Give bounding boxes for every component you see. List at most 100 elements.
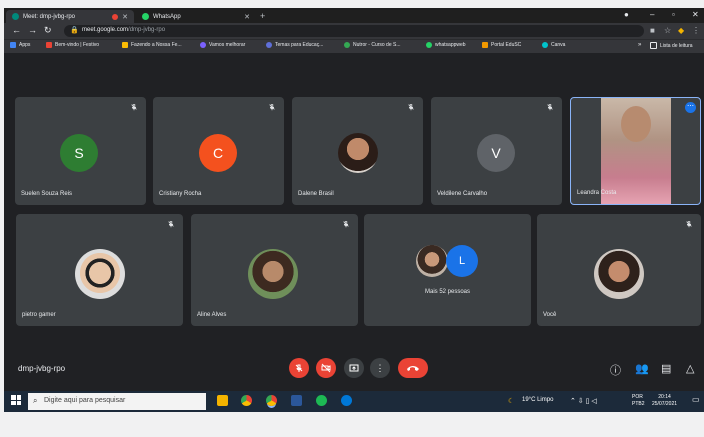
bookmark-label: Vamos melhorar bbox=[209, 42, 246, 48]
participant-tile[interactable]: C Cristiany Rocha bbox=[153, 97, 284, 205]
info-icon[interactable]: ⓘ bbox=[610, 362, 621, 378]
bookmark-label: Portal EduSC bbox=[491, 42, 522, 48]
camera-icon[interactable]: ■ bbox=[650, 26, 655, 35]
bookmark-label: Nutror - Curso de S... bbox=[353, 42, 401, 48]
present-button[interactable] bbox=[344, 358, 364, 378]
bookmark-7[interactable]: Portal EduSC bbox=[482, 42, 521, 48]
minimize-icon[interactable]: – bbox=[650, 10, 654, 19]
reading-list[interactable]: Lista de leitura bbox=[650, 42, 693, 49]
chrome-active-icon[interactable] bbox=[266, 395, 277, 406]
bookmark-5[interactable]: Nutror - Curso de S... bbox=[344, 42, 401, 48]
more-options-button[interactable]: ⋮ bbox=[370, 358, 390, 378]
edge-icon[interactable] bbox=[341, 395, 352, 406]
whatsapp-favicon-icon bbox=[142, 13, 149, 20]
participant-name: Cristiany Rocha bbox=[159, 191, 202, 197]
participant-tile[interactable]: S Suelen Souza Reis bbox=[15, 97, 146, 205]
word-icon[interactable] bbox=[291, 395, 302, 406]
address-bar[interactable]: 🔒 meet.google.com/dmp-jvbg-rpo bbox=[64, 25, 644, 37]
participant-face bbox=[621, 106, 651, 142]
participant-photo bbox=[594, 249, 644, 299]
taskbar-search[interactable]: ⌕ Digite aqui para pesquisar bbox=[28, 393, 206, 410]
language-indicator[interactable]: POR PTB2 bbox=[632, 394, 645, 408]
notifications-icon[interactable]: ▭ bbox=[692, 395, 700, 404]
new-tab-icon[interactable]: + bbox=[260, 11, 265, 21]
windows-taskbar: ⌕ Digite aqui para pesquisar ☾ 19°C Limp… bbox=[4, 391, 704, 412]
back-icon[interactable]: ← bbox=[12, 25, 21, 35]
bookmark-favicon-icon bbox=[482, 42, 488, 48]
participant-tile-self[interactable]: Você bbox=[537, 214, 701, 326]
people-icon[interactable]: 👥 bbox=[635, 362, 649, 375]
participant-name: Você bbox=[543, 312, 557, 318]
more-people-label: Mais 52 pessoas bbox=[424, 289, 471, 295]
bookmark-1[interactable]: Bem-vindo | Festivo bbox=[46, 42, 99, 48]
avatar: C bbox=[199, 134, 237, 172]
bookmark-label: Temas para Educaç... bbox=[275, 42, 324, 48]
mic-toggle-button[interactable] bbox=[289, 358, 309, 378]
url-text: meet.google.com/dmp-jvbg-rpo bbox=[82, 27, 165, 33]
bookmark-favicon-icon bbox=[46, 42, 52, 48]
more-options-icon[interactable]: ⋯ bbox=[685, 102, 696, 113]
participant-tile-active[interactable]: ⋯ Leandra Costa bbox=[570, 97, 701, 205]
forward-icon[interactable]: → bbox=[28, 25, 37, 35]
participant-tile[interactable]: Aline Alves bbox=[191, 214, 358, 326]
bookmark-4[interactable]: Temas para Educaç... bbox=[266, 42, 323, 48]
bookmark-apps[interactable]: Apps bbox=[10, 42, 30, 48]
bookmark-favicon-icon bbox=[344, 42, 350, 48]
bookmark-2[interactable]: Fazendo a Nossa Fe... bbox=[122, 42, 182, 48]
tab-whatsapp[interactable]: WhatsApp ✕ bbox=[136, 10, 256, 23]
chrome-icon[interactable] bbox=[241, 395, 252, 406]
clock[interactable]: 20:14 25/07/2021 bbox=[652, 394, 677, 408]
spotify-icon[interactable] bbox=[316, 395, 327, 406]
maximize-icon[interactable]: ▫ bbox=[672, 10, 675, 19]
weather-icon: ☾ bbox=[508, 398, 515, 405]
participant-tile-overflow[interactable]: L Mais 52 pessoas bbox=[364, 214, 531, 326]
menu-icon[interactable]: ⋮ bbox=[692, 26, 700, 35]
bookmarks-overflow-icon[interactable]: » bbox=[638, 42, 641, 48]
tab-meet[interactable]: Meet: dmp-jvbg-rpo ✕ bbox=[6, 10, 134, 23]
url-domain: meet.google.com bbox=[82, 27, 129, 33]
chat-icon[interactable]: ▤ bbox=[661, 362, 671, 375]
bookmark-3[interactable]: Vamos melhorar bbox=[200, 42, 245, 48]
reading-list-label: Lista de leitura bbox=[660, 42, 693, 49]
mic-off-icon bbox=[168, 221, 174, 228]
participant-name: Suelen Souza Reis bbox=[21, 191, 73, 197]
leave-call-button[interactable] bbox=[398, 358, 428, 378]
close-window-icon[interactable]: ✕ bbox=[692, 10, 699, 19]
bookmark-label: Canva bbox=[551, 42, 566, 48]
hang-up-icon bbox=[407, 366, 419, 371]
avatar: L bbox=[446, 245, 478, 277]
participant-name: Aline Alves bbox=[197, 312, 227, 318]
search-icon: ⌕ bbox=[33, 396, 38, 405]
mic-off-icon bbox=[269, 104, 275, 111]
bookmarks-bar: Apps Bem-vindo | Festivo Fazendo a Nossa… bbox=[4, 39, 704, 53]
meeting-code: dmp-jvbg-rpo bbox=[18, 364, 66, 373]
mic-off-icon bbox=[343, 221, 349, 228]
recording-dot-icon bbox=[112, 13, 119, 20]
avatar: V bbox=[477, 134, 515, 172]
extension-icon[interactable]: ◆ bbox=[678, 26, 684, 35]
camera-toggle-button[interactable] bbox=[316, 358, 336, 378]
bookmark-6[interactable]: whatsappweb bbox=[426, 42, 466, 48]
close-tab-icon[interactable]: ✕ bbox=[244, 13, 250, 21]
participant-tile[interactable]: Dalene Brasil bbox=[292, 97, 423, 205]
participant-name: Leandra Costa bbox=[577, 190, 617, 196]
close-tab-icon[interactable]: ✕ bbox=[122, 13, 128, 21]
screenshot-frame: Meet: dmp-jvbg-rpo ✕ WhatsApp ✕ + ● – ▫ … bbox=[4, 8, 704, 412]
bookmark-8[interactable]: Canva bbox=[542, 42, 565, 48]
profile-dot-icon[interactable]: ● bbox=[624, 10, 629, 19]
url-path: /dmp-jvbg-rpo bbox=[128, 27, 166, 33]
participant-tile[interactable]: V Veldilene Carvalho bbox=[431, 97, 562, 205]
participant-photo bbox=[248, 249, 298, 299]
reload-icon[interactable]: ↻ bbox=[44, 25, 52, 36]
activities-icon[interactable]: △ bbox=[686, 362, 694, 375]
tray-icons[interactable]: ⌃ ⇩ ▯ ◁ bbox=[570, 397, 597, 405]
tab-meet-label: Meet: dmp-jvbg-rpo bbox=[23, 13, 76, 20]
star-icon[interactable]: ☆ bbox=[664, 26, 671, 35]
participant-tile[interactable]: pietro gamer bbox=[16, 214, 183, 326]
windows-start-icon[interactable] bbox=[11, 395, 21, 405]
file-explorer-icon[interactable] bbox=[217, 395, 228, 406]
lang-top: POR bbox=[632, 394, 643, 400]
participant-name: Dalene Brasil bbox=[298, 191, 334, 197]
weather-text[interactable]: 19°C Limpo bbox=[522, 397, 553, 403]
mic-off-icon bbox=[295, 364, 303, 372]
